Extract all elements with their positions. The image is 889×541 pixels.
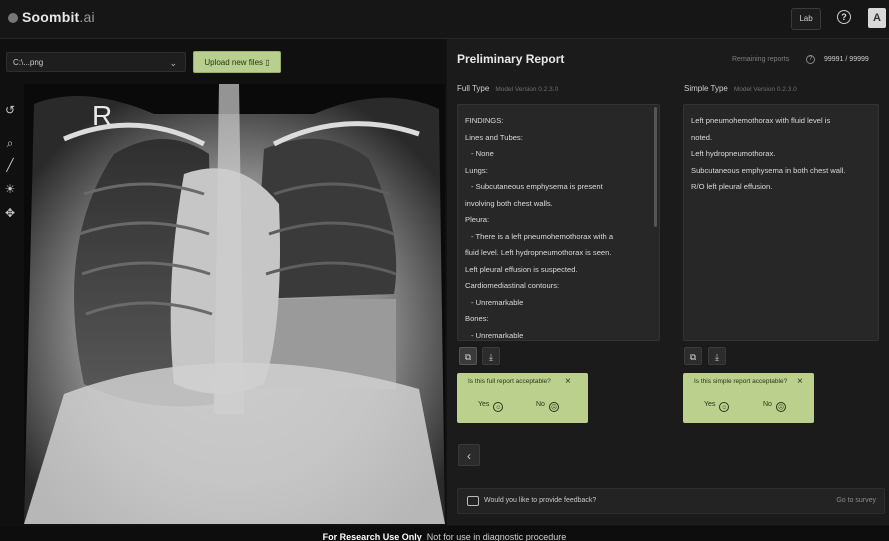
simple-type-header: Simple Type Model Version 0.2.3.0	[684, 84, 797, 93]
full-report-box[interactable]: FINDINGS: Lines and Tubes: - None Lungs:…	[457, 104, 660, 341]
simple-acceptance-prompt: Is this simple report acceptable? × Yes ☺…	[683, 373, 814, 423]
upload-files-button[interactable]: Upload new files ▯	[193, 51, 281, 73]
feedback-bar[interactable]: Would you like to provide feedback? Go t…	[457, 488, 885, 514]
frown-icon: ☹	[775, 402, 786, 412]
report-line: - None	[471, 149, 494, 158]
footer-disclaimer: For Research Use Only Not for use in dia…	[0, 526, 889, 541]
smile-icon: ☺	[719, 402, 730, 412]
report-line: Subcutaneous emphysema in both chest wal…	[691, 165, 846, 175]
full-yes-button[interactable]: Yes ☺	[478, 401, 504, 412]
measure-icon[interactable]: ╱	[3, 158, 17, 172]
acceptance-question: Is this simple report acceptable?	[694, 378, 788, 385]
download-icon: ⤓	[489, 352, 493, 362]
zoom-icon[interactable]: ⌕	[3, 136, 17, 150]
report-line: Bones:	[465, 314, 489, 323]
report-line: noted.	[691, 132, 713, 142]
back-button[interactable]: ‹	[458, 444, 480, 466]
info-icon[interactable]: ?	[806, 55, 815, 64]
close-icon[interactable]: ×	[565, 377, 571, 387]
report-line: - There is a left pneumohemothorax with …	[471, 231, 614, 241]
scrollbar[interactable]	[654, 107, 657, 227]
full-type-header: Full Type Model Version 0.2.3.0	[457, 84, 559, 93]
copy-full-button[interactable]: ⧉	[459, 347, 477, 365]
remaining-reports-count: 99991 / 99999	[824, 56, 869, 63]
survey-link[interactable]: Go to survey	[836, 497, 876, 504]
report-title: Preliminary Report	[457, 52, 565, 66]
simple-report-box[interactable]: Left pneumohemothorax with fluid level i…	[683, 104, 879, 341]
report-line: - Unremarkable	[471, 297, 524, 307]
chevron-left-icon: ‹	[467, 449, 471, 463]
report-line: involving both chest walls.	[465, 198, 553, 208]
full-report-text: FINDINGS: Lines and Tubes: - None Lungs:…	[458, 105, 659, 340]
reset-icon[interactable]: ↺	[3, 103, 17, 117]
close-icon[interactable]: ×	[797, 377, 803, 387]
brightness-icon[interactable]: ☀	[3, 182, 17, 196]
download-simple-button[interactable]: ⤓	[708, 347, 726, 365]
lab-button[interactable]: Lab	[791, 8, 821, 30]
full-acceptance-prompt: Is this full report acceptable? × Yes ☺ N…	[457, 373, 588, 423]
report-line: Cardiomediastinal contours:	[465, 281, 560, 290]
report-line: Pleura:	[465, 215, 490, 224]
xray-image[interactable]: R	[24, 84, 445, 524]
report-line: Lungs:	[465, 165, 488, 175]
smile-icon: ☺	[493, 402, 504, 412]
report-line: FINDINGS:	[465, 116, 504, 125]
copy-icon: ⧉	[689, 352, 697, 362]
copy-icon: ⧉	[464, 352, 472, 362]
download-full-button[interactable]: ⤓	[482, 347, 500, 365]
report-line: fluid level. Left hydropneumothorax is s…	[465, 248, 612, 257]
report-line: R/O left pleural effusion.	[691, 182, 773, 191]
frown-icon: ☹	[548, 402, 559, 412]
acceptance-question: Is this full report acceptable?	[468, 378, 551, 385]
brand-logo[interactable]: Soombit.ai	[8, 9, 95, 25]
top-bar: Soombit.ai Lab ? A	[0, 0, 889, 39]
help-icon[interactable]: ?	[837, 10, 851, 24]
download-icon: ⤓	[715, 352, 719, 362]
file-select[interactable]: C:\...png ⌄	[6, 52, 186, 72]
logo-icon	[8, 13, 18, 23]
full-no-button[interactable]: No ☹	[536, 401, 559, 412]
report-line: - Unremarkable	[471, 330, 524, 340]
copy-simple-button[interactable]: ⧉	[684, 347, 702, 365]
report-line: Left pneumohemothorax with fluid level i…	[691, 116, 831, 125]
report-line: - Subcutaneous emphysema is present	[471, 182, 603, 191]
report-line: Left hydropneumothorax.	[691, 149, 776, 158]
feedback-prompt: Would you like to provide feedback?	[484, 497, 597, 504]
chevron-down-icon: ⌄	[169, 58, 177, 68]
report-line: Lines and Tubes:	[465, 132, 523, 142]
chest-xray-graphic	[24, 84, 445, 524]
image-side-marker: R	[92, 100, 113, 131]
report-line: Left pleural effusion is suspected.	[465, 264, 578, 274]
file-icon: ▯	[265, 58, 270, 67]
avatar[interactable]: A	[868, 8, 886, 28]
simple-yes-button[interactable]: Yes ☺	[704, 401, 730, 412]
remaining-reports-label: Remaining reports	[732, 56, 790, 63]
simple-report-text: Left pneumohemothorax with fluid level i…	[684, 105, 878, 196]
chat-icon	[467, 496, 479, 506]
pan-icon[interactable]: ✥	[3, 206, 17, 220]
simple-no-button[interactable]: No ☹	[763, 401, 786, 412]
